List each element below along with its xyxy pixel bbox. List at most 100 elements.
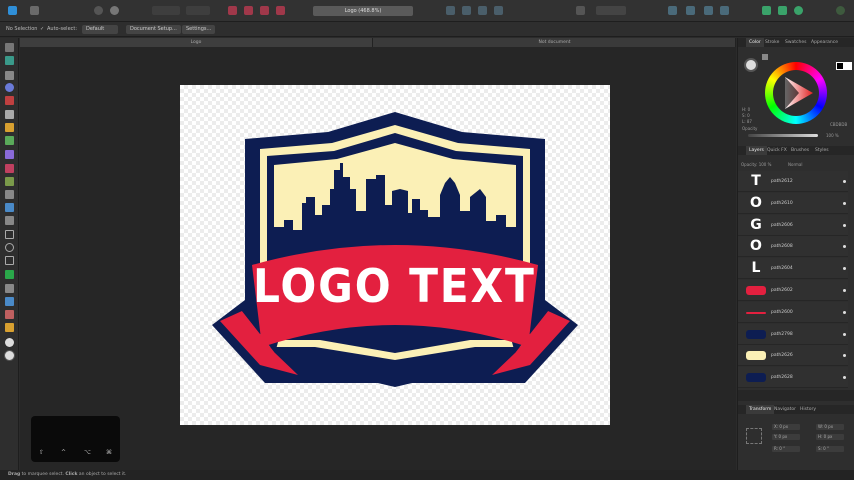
anchor-selector[interactable] <box>746 428 762 444</box>
zoom-tool-icon[interactable] <box>5 338 14 347</box>
tab-logo[interactable]: Logo <box>20 38 373 47</box>
artboard[interactable]: LOGO TEXT <box>180 85 610 425</box>
h-field[interactable]: H: 0 px <box>816 434 844 440</box>
y-field[interactable]: Y: 0 px <box>772 434 800 440</box>
tab-history[interactable]: History <box>800 405 816 414</box>
layer-visibility-icon[interactable] <box>843 201 846 205</box>
boolean-add-icon[interactable] <box>228 6 237 15</box>
pixel-persona-icon[interactable] <box>30 6 39 15</box>
layer-row[interactable]: Opath2608 <box>738 236 848 258</box>
artistic-text-icon[interactable] <box>5 284 14 293</box>
tab-swatches[interactable]: Swatches <box>785 38 807 47</box>
tab-transform[interactable]: Transform <box>746 405 775 414</box>
layer-visibility-icon[interactable] <box>843 354 846 358</box>
settings-icon[interactable] <box>110 6 119 15</box>
layer-row[interactable]: Opath2610 <box>738 192 848 214</box>
layer-visibility-icon[interactable] <box>843 223 846 227</box>
tab-appearance[interactable]: Appearance <box>811 38 838 47</box>
tab-brushes[interactable]: Brushes <box>791 146 809 155</box>
frame-text-icon[interactable] <box>5 297 14 306</box>
rotation-field[interactable]: R: 0 ° <box>772 446 800 452</box>
hue-wheel[interactable] <box>765 62 827 124</box>
fill-tool-icon[interactable] <box>5 150 14 159</box>
place-image-icon[interactable] <box>5 190 14 199</box>
x-field[interactable]: X: 0 px <box>772 424 800 430</box>
artboard-tool-icon[interactable] <box>5 96 14 105</box>
layer-visibility-icon[interactable] <box>843 332 846 336</box>
snapping-options-icon[interactable] <box>596 6 626 15</box>
eyedropper-icon[interactable] <box>762 54 768 60</box>
persona-designer-icon[interactable] <box>8 6 17 15</box>
layer-row[interactable]: Tpath2612 <box>738 171 848 192</box>
layer-row[interactable]: Lpath2604 <box>738 258 848 280</box>
vector-brush-icon[interactable] <box>5 136 14 145</box>
layer-row[interactable]: path2626 <box>738 345 848 367</box>
hex-value[interactable]: CBDBDB <box>830 122 847 127</box>
boolean-divide-icon[interactable] <box>276 6 285 15</box>
tab-quick-fx[interactable]: Quick FX <box>767 146 787 155</box>
boolean-intersect-icon[interactable] <box>260 6 269 15</box>
opacity-slider[interactable] <box>748 134 818 137</box>
auto-select-checkbox[interactable]: ✓ <box>40 26 44 32</box>
layer-row[interactable]: path2602 <box>738 280 848 301</box>
shape-tool-icon[interactable] <box>5 270 14 279</box>
group-icon[interactable] <box>494 6 503 15</box>
transparency-tool-icon[interactable] <box>5 164 14 173</box>
tab-not-document[interactable]: Not document <box>374 38 736 47</box>
point-transform-icon[interactable] <box>5 71 14 80</box>
insert-above-icon[interactable] <box>720 6 729 15</box>
rotate-icon[interactable] <box>478 6 487 15</box>
node-tool-icon[interactable] <box>5 56 14 65</box>
share-icon[interactable] <box>762 6 771 15</box>
layer-row[interactable]: path2798 <box>738 323 848 345</box>
insert-inside-icon[interactable] <box>704 6 713 15</box>
flip-horizontal-icon[interactable] <box>446 6 455 15</box>
insert-behind-icon[interactable] <box>668 6 677 15</box>
layer-opacity[interactable]: Opacity: 100 % <box>741 162 771 167</box>
crop-tool-icon[interactable] <box>5 216 14 225</box>
tab-layers[interactable]: Layers <box>746 146 767 155</box>
export-icon[interactable] <box>778 6 787 15</box>
saturation-triangle[interactable] <box>777 74 815 112</box>
auto-select-dropdown[interactable]: Default <box>82 25 118 34</box>
boolean-subtract-icon[interactable] <box>244 6 253 15</box>
ellipse-tool-icon[interactable] <box>5 243 14 252</box>
account-icon[interactable] <box>836 6 845 15</box>
tab-color[interactable]: Color <box>746 38 764 47</box>
view-mode-icon[interactable] <box>94 6 103 15</box>
ctrl-key[interactable]: ^ <box>61 449 66 456</box>
layer-row[interactable]: Gpath2606 <box>738 214 848 236</box>
layer-visibility-icon[interactable] <box>843 245 846 249</box>
corner-tool-icon[interactable] <box>5 83 14 92</box>
color-picker-icon[interactable] <box>5 203 14 212</box>
flip-vertical-icon[interactable] <box>462 6 471 15</box>
shear-field[interactable]: S: 0 ° <box>816 446 844 452</box>
white-swatch[interactable] <box>844 62 852 70</box>
layer-row[interactable]: path2628 <box>738 367 848 389</box>
w-field[interactable]: W: 0 px <box>816 424 844 430</box>
layer-visibility-icon[interactable] <box>843 376 846 380</box>
layer-row[interactable]: path2600 <box>738 301 848 323</box>
insert-top-icon[interactable] <box>686 6 695 15</box>
tab-styles[interactable]: Styles <box>815 146 829 155</box>
cmd-key[interactable]: ⌘ <box>106 449 112 456</box>
layer-visibility-icon[interactable] <box>843 310 846 314</box>
eyedropper-tool-icon[interactable] <box>5 310 14 319</box>
help-icon[interactable] <box>794 6 803 15</box>
rectangle-tool-icon[interactable] <box>5 230 14 239</box>
alt-key[interactable]: ⌥ <box>84 449 91 456</box>
snapping-icon[interactable] <box>576 6 585 15</box>
opacity-value[interactable]: 100 % <box>826 133 839 138</box>
layer-visibility-icon[interactable] <box>843 267 846 271</box>
paint-brush-icon[interactable] <box>5 177 14 186</box>
align-group-icon[interactable] <box>152 6 180 15</box>
fill-color-swatch[interactable] <box>744 58 758 72</box>
layer-visibility-icon[interactable] <box>843 289 846 292</box>
settings-button[interactable]: Settings... <box>182 25 216 34</box>
shift-key[interactable]: ⇧ <box>39 449 44 456</box>
move-tool-icon[interactable] <box>5 43 14 52</box>
triangle-tool-icon[interactable] <box>5 256 14 265</box>
black-swatch[interactable] <box>836 62 844 70</box>
layer-visibility-icon[interactable] <box>843 180 846 183</box>
tab-navigator[interactable]: Navigator <box>774 405 796 414</box>
